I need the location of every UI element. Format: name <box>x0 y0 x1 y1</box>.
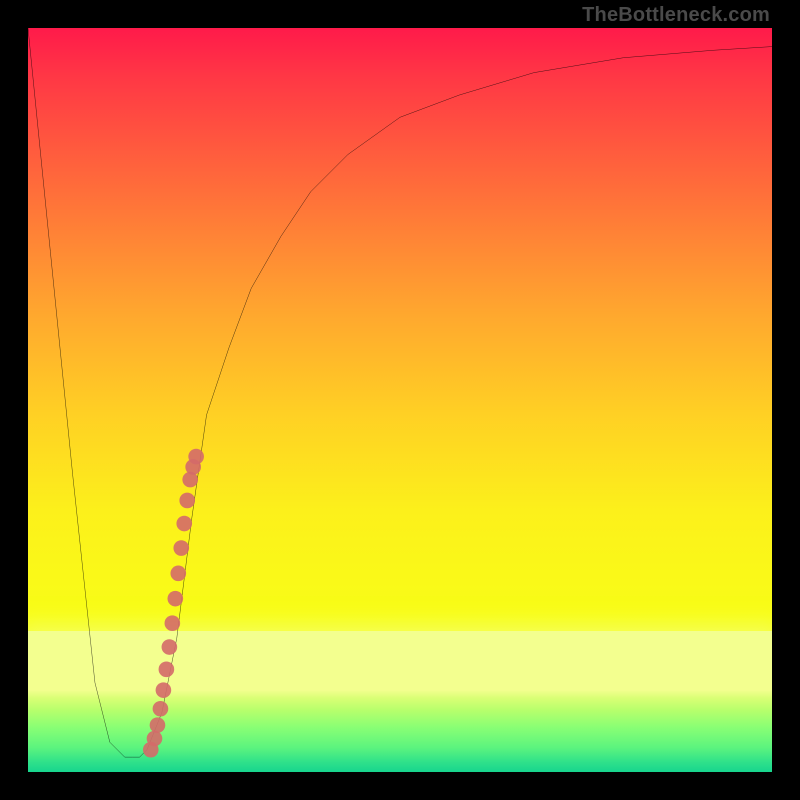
data-dot <box>176 516 192 532</box>
data-dot <box>156 682 172 698</box>
data-dot <box>153 701 169 717</box>
data-dot <box>168 591 184 607</box>
data-dot <box>162 639 178 655</box>
data-dots <box>143 449 204 758</box>
plot-area <box>28 28 772 772</box>
data-dot <box>150 717 166 733</box>
chart-stage: TheBottleneck.com <box>0 0 800 800</box>
data-dot <box>188 449 204 465</box>
bottleneck-curve <box>28 28 772 757</box>
data-dot <box>165 615 181 631</box>
data-dot <box>179 493 195 509</box>
data-dot <box>173 540 189 556</box>
chart-svg <box>28 28 772 772</box>
data-dot <box>159 662 175 678</box>
source-label: TheBottleneck.com <box>582 4 770 27</box>
data-dot <box>147 731 163 747</box>
data-dot <box>170 566 186 582</box>
